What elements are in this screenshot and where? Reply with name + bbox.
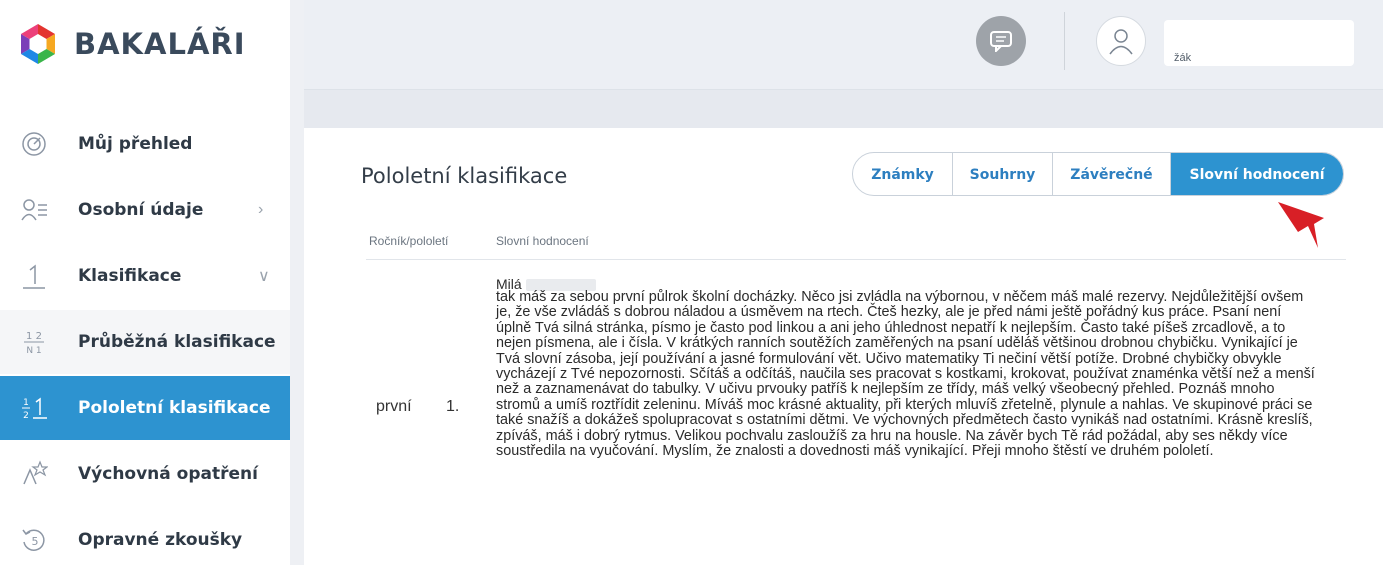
header-separator [1064, 12, 1065, 70]
award-icon [20, 459, 48, 489]
top-header: žák [304, 0, 1383, 90]
user-role: žák [1174, 52, 1192, 64]
retake-exam-icon: 5 [20, 525, 48, 555]
half-fraction-icon: 12 [20, 393, 48, 423]
grade-one-icon [20, 261, 48, 291]
sidebar-item-label: Opravné zkoušky [78, 530, 243, 550]
column-header-verbal-evaluation: Slovní hodnocení [496, 234, 589, 248]
user-name-box[interactable] [1164, 20, 1354, 66]
row-year: první [376, 398, 412, 415]
tab-final[interactable]: Závěrečné [1053, 153, 1171, 195]
sidebar-item-label: Pololetní klasifikace [78, 398, 271, 418]
logo[interactable]: BAKALÁŘI [18, 22, 246, 66]
brand-name: BAKALÁŘI [74, 27, 246, 61]
tab-grades[interactable]: Známky [853, 153, 953, 195]
fraction-icon: 1 2N 1 [20, 327, 48, 357]
sidebar-item-label: Klasifikace [78, 266, 182, 286]
sidebar-divider [290, 0, 304, 565]
svg-text:1 2: 1 2 [26, 331, 42, 342]
svg-text:5: 5 [32, 535, 39, 548]
user-icon [1109, 29, 1133, 55]
app-window: BAKALÁŘI Můj přehled Osobní údaje › Klas… [0, 0, 1383, 565]
sidebar-item-classification[interactable]: Klasifikace ∨ [0, 244, 290, 308]
sidebar-item-label: Výchovná opatření [78, 464, 258, 484]
chevron-right-icon: › [258, 201, 264, 218]
main-content: Pololetní klasifikace Známky Souhrny Záv… [316, 128, 1383, 565]
header-band [304, 90, 1383, 128]
chevron-down-icon: ∨ [258, 268, 270, 285]
sidebar-item-retake-exams[interactable]: 5 Opravné zkoušky [0, 508, 290, 565]
column-header-year-term: Ročník/pololetí [369, 234, 449, 248]
sidebar-item-semester-classification[interactable]: 12 Pololetní klasifikace [0, 376, 303, 440]
table-header-divider [366, 259, 1346, 260]
row-term: 1. [446, 398, 460, 415]
page-title: Pololetní klasifikace [361, 164, 568, 188]
chat-icon [990, 31, 1012, 52]
sidebar-item-personal-data[interactable]: Osobní údaje › [0, 178, 290, 242]
svg-text:2: 2 [23, 411, 29, 421]
tab-summaries[interactable]: Souhrny [953, 153, 1053, 195]
svg-text:N 1: N 1 [26, 346, 41, 356]
avatar[interactable] [1096, 16, 1146, 66]
sidebar-item-educational-measures[interactable]: Výchovná opatření [0, 442, 290, 506]
tab-verbal-evaluation[interactable]: Slovní hodnocení [1171, 153, 1343, 195]
sidebar-item-label: Můj přehled [78, 134, 193, 154]
chat-button[interactable] [976, 16, 1026, 66]
sidebar-item-my-overview[interactable]: Můj přehled [0, 112, 290, 176]
personal-data-icon [20, 195, 48, 225]
sidebar: BAKALÁŘI Můj přehled Osobní údaje › Klas… [0, 0, 303, 565]
svg-text:1: 1 [23, 398, 29, 408]
bakalari-logo-icon [21, 24, 55, 64]
tab-group: Známky Souhrny Závěrečné Slovní hodnocen… [852, 152, 1344, 196]
red-pointer-arrow-icon [1278, 202, 1324, 248]
sidebar-item-ongoing-classification[interactable]: 1 2N 1 Průběžná klasifikace [0, 310, 290, 374]
dashboard-gauge-icon [20, 129, 48, 159]
sidebar-item-label: Osobní údaje [78, 200, 204, 220]
sidebar-item-label: Průběžná klasifikace [78, 332, 276, 352]
evaluation-text: tak máš za sebou první půlrok školní doc… [496, 289, 1315, 460]
